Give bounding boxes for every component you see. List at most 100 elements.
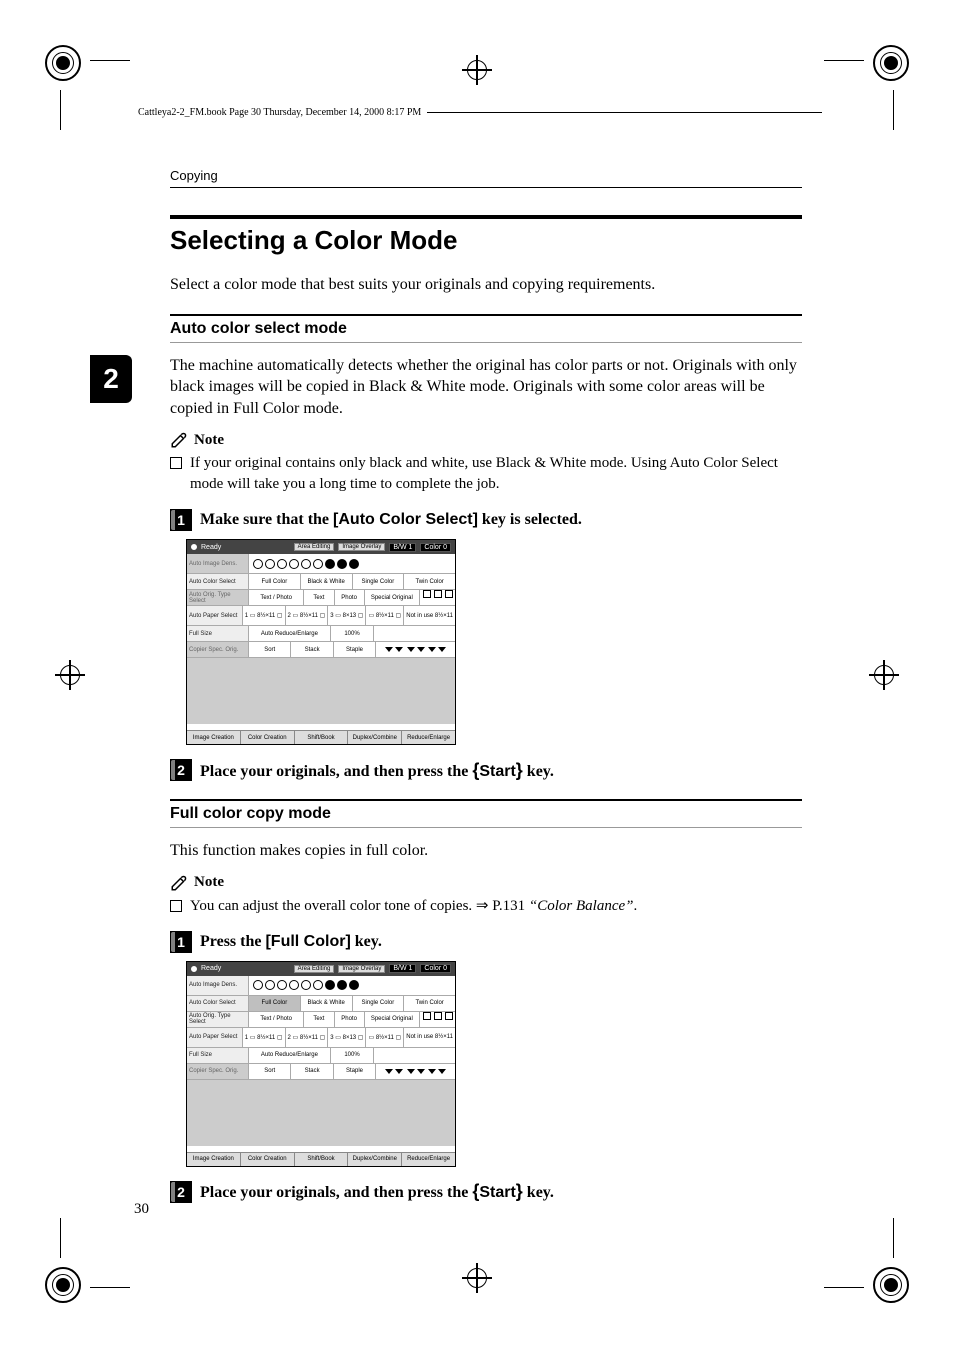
cell-black-white: Black & White bbox=[301, 996, 353, 1011]
footer-color-creation: Color Creation bbox=[241, 1153, 295, 1166]
step-badge-2: 2 bbox=[170, 1181, 192, 1203]
running-head: Copying bbox=[170, 168, 802, 188]
footer-duplex-combine: Duplex/Combine bbox=[348, 731, 402, 744]
note-heading: Note bbox=[170, 431, 802, 449]
cell-auto-reduce-enlarge: Auto Reduce/Enlarge bbox=[249, 1048, 331, 1063]
chapter-tab: 2 bbox=[90, 355, 132, 403]
mini-icon bbox=[445, 590, 453, 598]
chip-image-overlay: Image Overlay bbox=[338, 965, 385, 973]
mini-icon bbox=[445, 1012, 453, 1020]
count-bw: B/W 1 bbox=[389, 543, 416, 552]
step-2: 2 Place your originals, and then press t… bbox=[170, 759, 802, 781]
footer-shift-book: Shift/Book bbox=[295, 731, 349, 744]
section-h2: Selecting a Color Mode bbox=[170, 215, 802, 256]
row-full-size: Full Size bbox=[187, 1048, 249, 1063]
note-heading: Note bbox=[170, 874, 802, 892]
cell-100pct: 100% bbox=[331, 626, 374, 641]
ready-dot-icon bbox=[191, 544, 197, 550]
cell-tray-bypass: Not in use 8½×11 bbox=[404, 1028, 455, 1047]
cell-tray-2: 2 ▭ 8½×11 ▢ bbox=[286, 606, 329, 625]
square-bullet-icon bbox=[170, 457, 182, 469]
row-auto-paper-select: Auto Paper Select bbox=[187, 1028, 243, 1047]
h2-title: Selecting a Color Mode bbox=[170, 225, 802, 256]
mini-icon bbox=[434, 590, 442, 598]
cell-full-color: Full Color bbox=[249, 996, 301, 1011]
step-1-full: 1 Press the [Full Color] key. bbox=[170, 931, 802, 953]
row-auto-color-select: Auto Color Select bbox=[187, 574, 249, 589]
screen-panel-full: Ready Area Editing Image Overlay B/W 1 C… bbox=[186, 961, 456, 1167]
crop-corner-bl bbox=[45, 1267, 81, 1303]
cell-text: Text bbox=[304, 1012, 334, 1027]
crop-line bbox=[824, 1287, 864, 1288]
row-auto-image-density: Auto Image Dens. bbox=[187, 976, 249, 995]
intro-paragraph: Select a color mode that best suits your… bbox=[170, 274, 802, 296]
row-auto-orig-type: Auto Orig. Type Select bbox=[187, 1012, 249, 1027]
row-full-size: Full Size bbox=[187, 626, 249, 641]
panel-footer: Image Creation Color Creation Shift/Book… bbox=[187, 1152, 455, 1166]
mini-icon bbox=[423, 590, 431, 598]
square-bullet-icon bbox=[170, 900, 182, 912]
h3-auto-color-title: Auto color select mode bbox=[170, 320, 802, 338]
cell-twin-color: Twin Color bbox=[404, 996, 455, 1011]
cell-black-white: Black & White bbox=[301, 574, 353, 589]
step-2-full: 2 Place your originals, and then press t… bbox=[170, 1181, 802, 1203]
row-auto-orig-type: Auto Orig. Type Select bbox=[187, 590, 249, 605]
bookpath-text: Cattleya2-2_FM.book Page 30 Thursday, De… bbox=[132, 107, 427, 118]
footer-image-creation: Image Creation bbox=[187, 731, 241, 744]
row-auto-color-select: Auto Color Select bbox=[187, 996, 249, 1011]
mini-icon bbox=[434, 1012, 442, 1020]
step-badge-1: 1 bbox=[170, 931, 192, 953]
cell-text-photo: Text / Photo bbox=[249, 590, 304, 605]
step-1-full-text: Press the [Full Color] key. bbox=[200, 933, 382, 951]
footer-reduce-enlarge: Reduce/Enlarge bbox=[402, 731, 455, 744]
cell-100pct: 100% bbox=[331, 1048, 374, 1063]
step-1-text: Make sure that the [Auto Color Select] k… bbox=[200, 511, 582, 529]
cell-sort: Sort bbox=[249, 642, 291, 657]
note-text: If your original contains only black and… bbox=[190, 453, 802, 495]
count-color: Color 0 bbox=[420, 543, 451, 552]
full-color-paragraph: This function makes copies in full color… bbox=[170, 840, 802, 862]
triangle-icon bbox=[385, 1069, 393, 1074]
footer-image-creation: Image Creation bbox=[187, 1153, 241, 1166]
row-copier-spec-orig: Copier Spec. Orig. bbox=[187, 1064, 249, 1079]
cell-text-photo: Text / Photo bbox=[249, 1012, 304, 1027]
cell-tray-1: 1 ▭ 8½×11 ▢ bbox=[243, 606, 286, 625]
pencil-icon bbox=[170, 874, 188, 892]
h3-auto-color: Auto color select mode bbox=[170, 314, 802, 343]
crop-line bbox=[824, 60, 864, 61]
count-bw: B/W 1 bbox=[389, 964, 416, 973]
crop-line bbox=[90, 1287, 130, 1288]
cell-twin-color: Twin Color bbox=[404, 574, 455, 589]
cell-staple: Staple bbox=[334, 642, 376, 657]
density-circles bbox=[249, 559, 455, 569]
step-2-text: Place your originals, and then press the… bbox=[200, 760, 554, 781]
cell-stack: Stack bbox=[291, 1064, 333, 1079]
h3-full-color: Full color copy mode bbox=[170, 799, 802, 828]
footer-duplex-combine: Duplex/Combine bbox=[348, 1153, 402, 1166]
registration-mark-right bbox=[869, 660, 899, 690]
mini-icon bbox=[423, 1012, 431, 1020]
note-label: Note bbox=[194, 874, 224, 891]
cell-tray-1: 1 ▭ 8½×11 ▢ bbox=[243, 1028, 286, 1047]
panel-footer: Image Creation Color Creation Shift/Book… bbox=[187, 730, 455, 744]
pencil-icon bbox=[170, 431, 188, 449]
crop-line bbox=[893, 1218, 894, 1258]
bookpath-header: Cattleya2-2_FM.book Page 30 Thursday, De… bbox=[132, 104, 822, 120]
crop-line bbox=[60, 90, 61, 130]
cell-single-color: Single Color bbox=[353, 996, 405, 1011]
cell-tray-4: ▭ 8½×11 ▢ bbox=[366, 606, 404, 625]
crop-corner-tr bbox=[873, 45, 909, 81]
density-circles bbox=[249, 980, 455, 990]
cell-photo: Photo bbox=[335, 590, 365, 605]
cell-tray-4: ▭ 8½×11 ▢ bbox=[366, 1028, 404, 1047]
footer-shift-book: Shift/Book bbox=[295, 1153, 349, 1166]
note-item: If your original contains only black and… bbox=[170, 453, 802, 495]
registration-mark-bottom bbox=[462, 1263, 492, 1293]
row-auto-image-density: Auto Image Dens. bbox=[187, 554, 249, 573]
crop-corner-tl bbox=[45, 45, 81, 81]
cell-auto-reduce-enlarge: Auto Reduce/Enlarge bbox=[249, 626, 331, 641]
crop-line bbox=[90, 60, 130, 61]
page-number: 30 bbox=[134, 1201, 149, 1218]
chip-area-editing: Area Editing bbox=[294, 965, 335, 973]
cell-single-color: Single Color bbox=[353, 574, 405, 589]
